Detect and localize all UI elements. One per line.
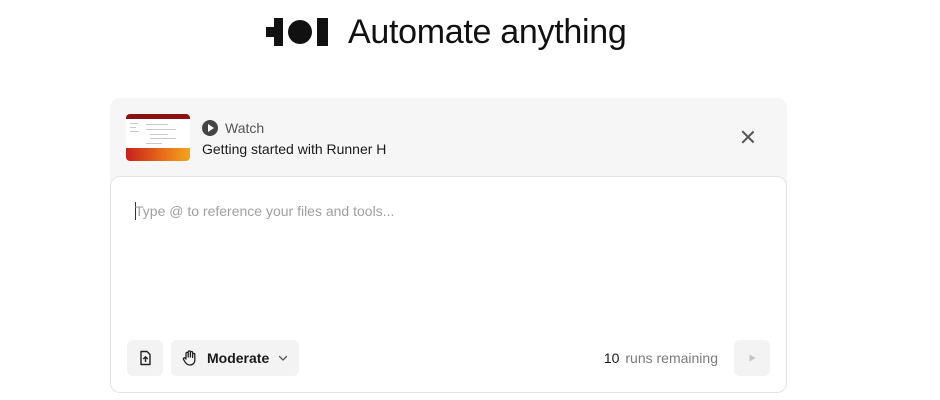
composer-card: Watch Getting started with Runner H Mode… — [110, 98, 787, 393]
video-promo-banner[interactable]: Watch Getting started with Runner H — [110, 98, 787, 176]
close-icon[interactable] — [739, 128, 757, 146]
header: Automate anything — [266, 10, 627, 54]
video-title[interactable]: Getting started with Runner H — [202, 141, 386, 157]
send-play-icon — [749, 354, 756, 362]
hand-icon — [182, 350, 196, 366]
file-upload-icon — [140, 350, 151, 366]
prompt-panel: Moderate 10 runs remaining — [110, 176, 787, 393]
watch-label: Watch — [225, 120, 265, 136]
play-circle-icon — [202, 120, 218, 136]
runs-label: runs remaining — [625, 350, 718, 366]
prompt-input[interactable] — [135, 203, 755, 219]
attach-file-button[interactable] — [127, 340, 163, 376]
send-button[interactable] — [734, 340, 770, 376]
mode-dropdown[interactable]: Moderate — [171, 340, 300, 376]
runs-remaining: 10 runs remaining — [604, 340, 718, 376]
page-title: Automate anything — [348, 13, 627, 51]
watch-row[interactable]: Watch — [202, 119, 264, 137]
runs-count: 10 — [603, 350, 620, 366]
chevron-down-icon — [279, 355, 288, 361]
runner-h-logo-icon — [266, 18, 328, 46]
page: Automate anything Watch Getting started … — [0, 0, 940, 400]
mode-label: Moderate — [207, 350, 270, 366]
video-thumbnail[interactable] — [126, 114, 190, 161]
